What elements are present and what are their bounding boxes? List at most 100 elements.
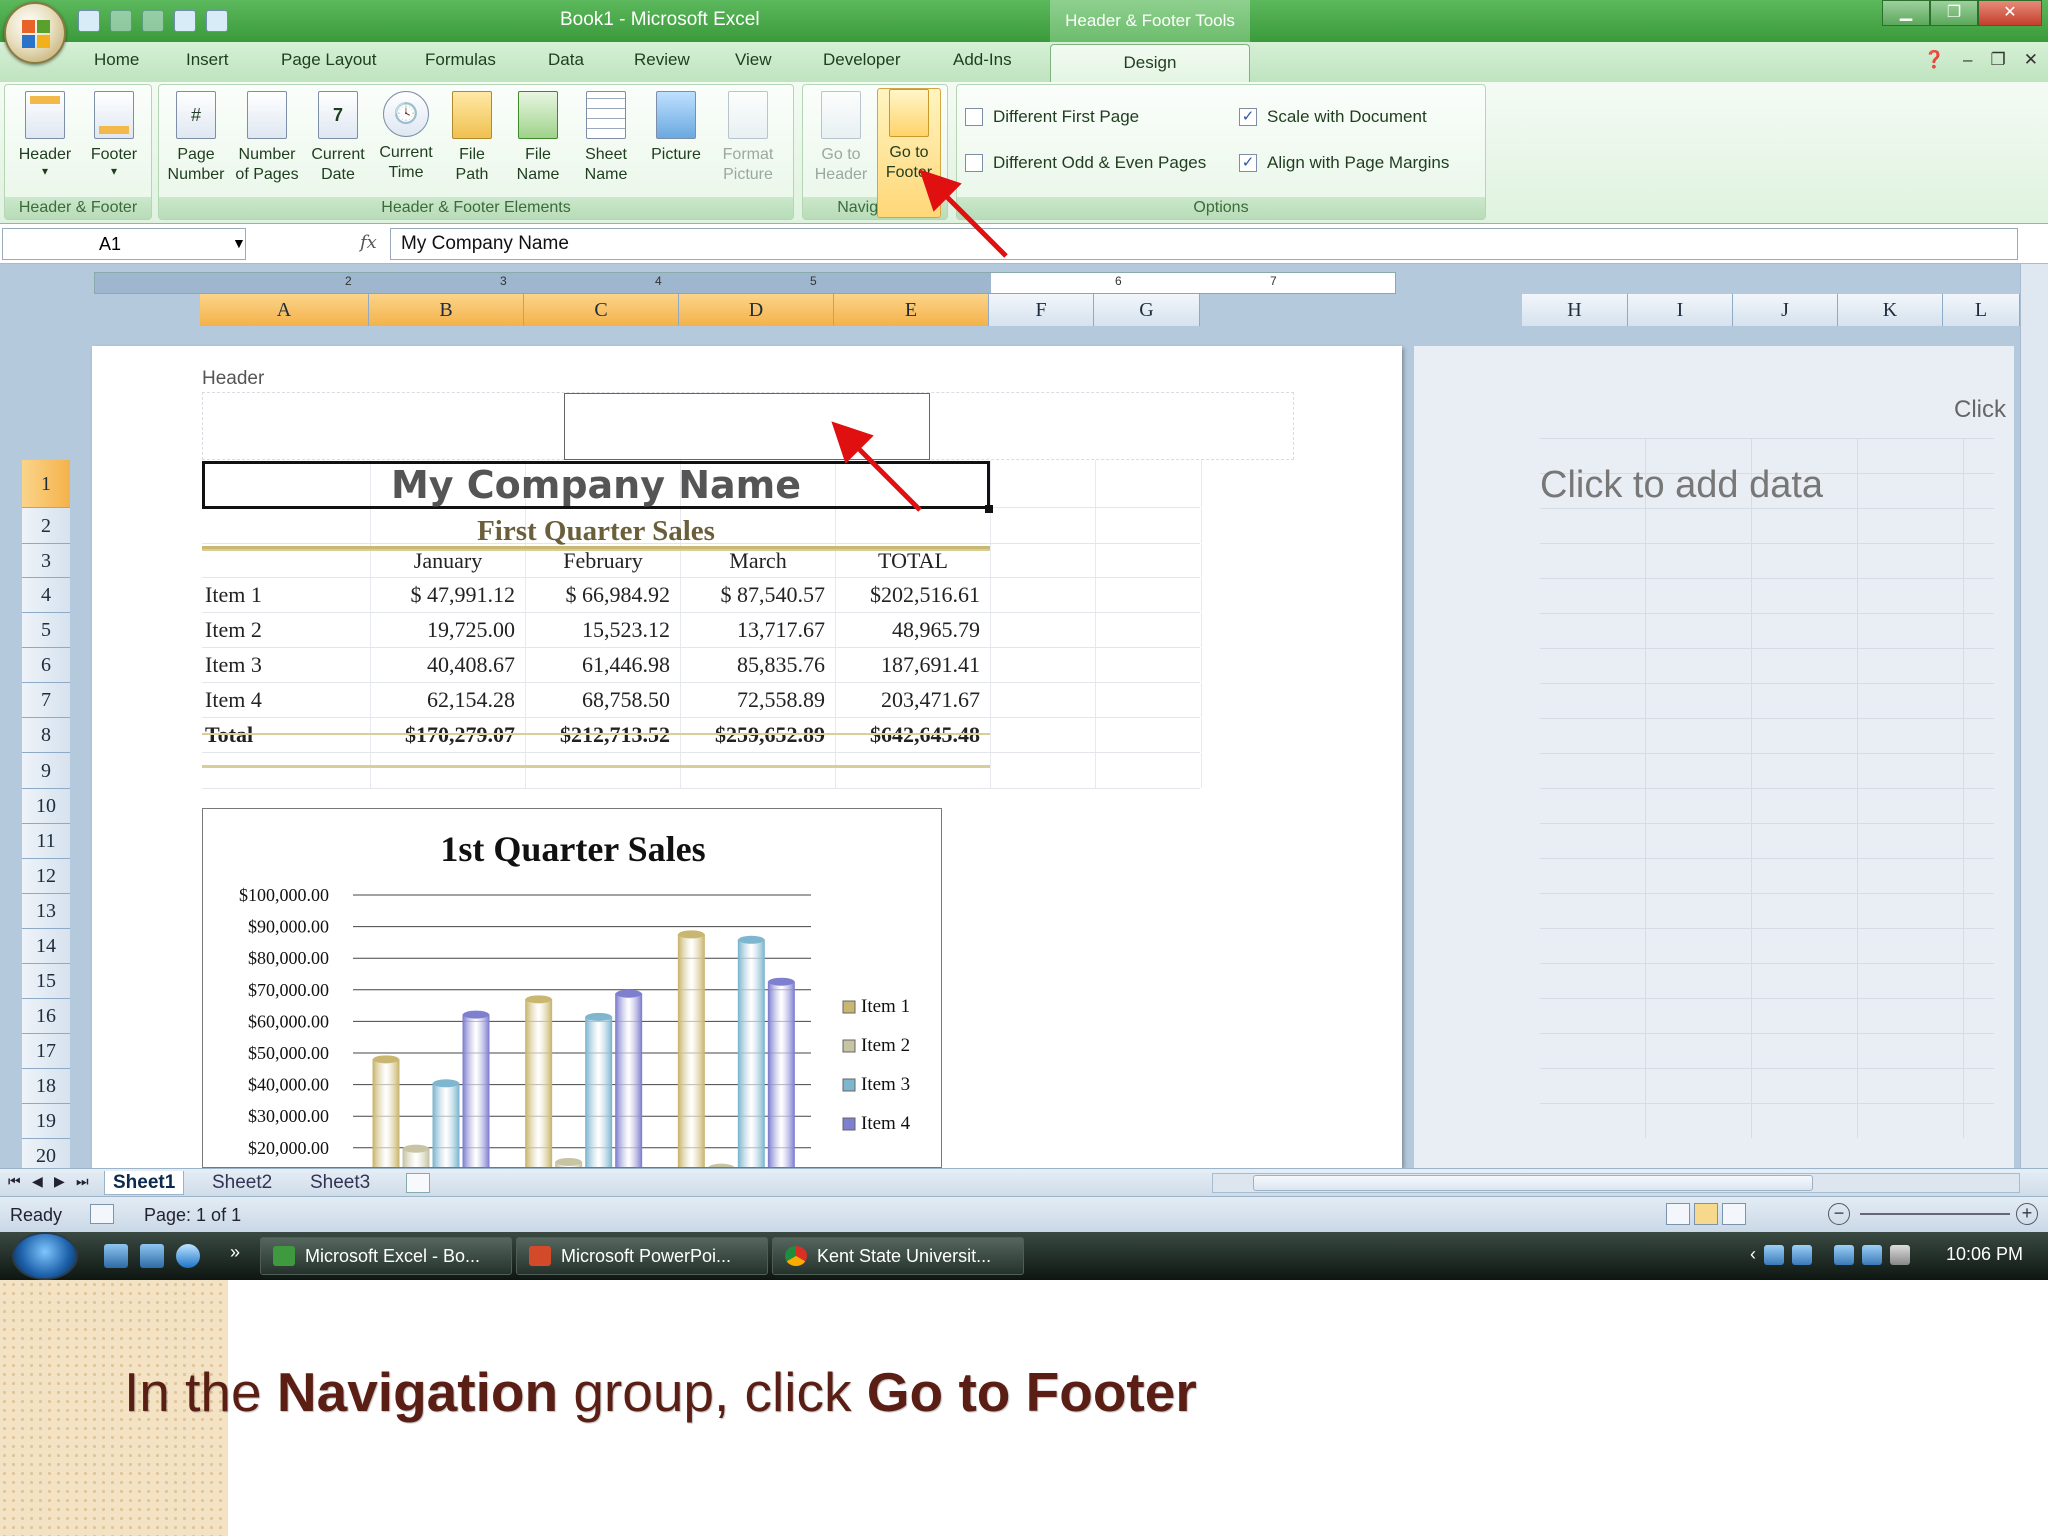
row-header-3[interactable]: 3	[22, 544, 70, 578]
item-label[interactable]: Item 4	[202, 683, 371, 717]
cell-f[interactable]	[991, 648, 1096, 682]
total-value[interactable]: $642,645.48	[836, 718, 991, 752]
item-value[interactable]: $ 66,984.92	[526, 578, 681, 612]
row-header-2[interactable]: 2	[22, 508, 70, 544]
col-header-c[interactable]: C	[524, 294, 679, 326]
item-label[interactable]: Item 1	[202, 578, 371, 612]
scale-with-document-checkbox[interactable]: ✓ Scale with Document	[1239, 107, 1427, 127]
ribbon-restore-icon[interactable]: ❐	[1991, 50, 2006, 70]
col-header-l[interactable]: L	[1943, 294, 2020, 326]
item-value[interactable]: 68,758.50	[526, 683, 681, 717]
cell-g[interactable]	[1096, 460, 1202, 507]
item-label[interactable]: Item 3	[202, 648, 371, 682]
item-label[interactable]: Item 2	[202, 613, 371, 647]
col-header-i[interactable]: I	[1628, 294, 1733, 326]
total-value[interactable]: $259,652.89	[681, 718, 836, 752]
cell-f[interactable]	[991, 460, 1096, 507]
show-desktop-icon[interactable]	[104, 1244, 128, 1268]
item-value[interactable]: 48,965.79	[836, 613, 991, 647]
col-header-b[interactable]: B	[369, 294, 524, 326]
first-sheet-icon[interactable]: ⏮	[8, 1173, 21, 1190]
col-header-k[interactable]: K	[1838, 294, 1943, 326]
zoom-slider[interactable]	[1860, 1213, 2010, 1215]
internet-explorer-icon[interactable]	[176, 1244, 200, 1268]
item-value[interactable]: $202,516.61	[836, 578, 991, 612]
row-header-10[interactable]: 10	[22, 789, 70, 824]
cell-g[interactable]	[1096, 508, 1202, 543]
name-box[interactable]: A1	[2, 228, 246, 260]
col-header-h[interactable]: H	[1522, 294, 1628, 326]
tab-home[interactable]: Home	[94, 50, 139, 70]
item-value[interactable]: 15,523.12	[526, 613, 681, 647]
different-first-page-checkbox[interactable]: Different First Page	[965, 107, 1139, 127]
row-header-1[interactable]: 1	[22, 460, 70, 508]
col-header-e[interactable]: E	[834, 294, 989, 326]
row-header-17[interactable]: 17	[22, 1034, 70, 1069]
page-number-button[interactable]: # Page Number	[163, 91, 229, 185]
horizontal-scroll-thumb[interactable]	[1253, 1175, 1813, 1191]
zoom-out-button[interactable]: −	[1828, 1203, 1850, 1225]
item-value[interactable]: 203,471.67	[836, 683, 991, 717]
save-icon[interactable]	[78, 10, 100, 32]
cell-g[interactable]	[1096, 683, 1202, 717]
chart[interactable]: 1st Quarter Sales $100,000.00 $90,000.00 $8…	[202, 808, 942, 1168]
tab-review[interactable]: Review	[634, 50, 690, 70]
row-header-4[interactable]: 4	[22, 578, 70, 613]
cell-g[interactable]	[1096, 648, 1202, 682]
item-value[interactable]: 40,408.67	[371, 648, 526, 682]
undo-icon[interactable]	[110, 10, 132, 32]
insert-function-icon[interactable]: fx	[360, 232, 377, 253]
cell-a9[interactable]	[202, 753, 371, 788]
insert-sheet-icon[interactable]	[406, 1173, 430, 1193]
cell-a1-title[interactable]: My Company Name	[202, 461, 990, 509]
close-button[interactable]: ✕	[1978, 0, 2042, 26]
tab-developer[interactable]: Developer	[823, 50, 901, 70]
macro-record-icon[interactable]	[90, 1204, 114, 1224]
ribbon-close-icon[interactable]: ✕	[2024, 50, 2038, 70]
tab-formulas[interactable]: Formulas	[425, 50, 496, 70]
number-of-pages-button[interactable]: Number of Pages	[233, 91, 301, 185]
ribbon-minimize-icon[interactable]: –	[1963, 50, 1972, 70]
redo-icon[interactable]	[142, 10, 164, 32]
cell-f[interactable]	[991, 578, 1096, 612]
cell-g[interactable]	[1096, 613, 1202, 647]
cell-g[interactable]	[1096, 578, 1202, 612]
row-header-16[interactable]: 16	[22, 999, 70, 1034]
item-value[interactable]: 13,717.67	[681, 613, 836, 647]
taskbar-powerpoint[interactable]: Microsoft PowerPoi...	[516, 1237, 768, 1275]
file-name-button[interactable]: File Name	[507, 91, 569, 185]
file-path-button[interactable]: File Path	[441, 91, 503, 185]
tab-data[interactable]: Data	[548, 50, 584, 70]
row-header-15[interactable]: 15	[22, 964, 70, 999]
picture-button[interactable]: Picture	[643, 91, 709, 165]
item-value[interactable]: 72,558.89	[681, 683, 836, 717]
tab-sheet3[interactable]: Sheet3	[310, 1171, 370, 1195]
tab-sheet1[interactable]: Sheet1	[104, 1171, 185, 1195]
row-header-5[interactable]: 5	[22, 613, 70, 648]
click-to-add-data[interactable]: Click to add data	[1540, 464, 1823, 507]
row-header-7[interactable]: 7	[22, 683, 70, 718]
page-layout-view-icon[interactable]	[1694, 1203, 1718, 1225]
tab-view[interactable]: View	[735, 50, 772, 70]
power-icon[interactable]	[1834, 1244, 1854, 1265]
network-icon[interactable]	[1764, 1244, 1784, 1265]
row-header-18[interactable]: 18	[22, 1069, 70, 1104]
print-preview-icon[interactable]	[174, 10, 196, 32]
row-header-8[interactable]: 8	[22, 718, 70, 753]
cell-f[interactable]	[991, 544, 1096, 577]
tab-page-layout[interactable]: Page Layout	[281, 50, 376, 70]
current-time-button[interactable]: 🕓 Current Time	[373, 91, 439, 183]
formula-input[interactable]: My Company Name	[390, 228, 2018, 260]
row-header-14[interactable]: 14	[22, 929, 70, 964]
volume-icon[interactable]	[1890, 1244, 1910, 1265]
total-value[interactable]: $170,279.07	[371, 718, 526, 752]
item-value[interactable]: $ 87,540.57	[681, 578, 836, 612]
footer-button[interactable]: Footer ▾	[81, 91, 147, 177]
tab-design[interactable]: Design	[1050, 44, 1250, 82]
item-value[interactable]: 62,154.28	[371, 683, 526, 717]
horizontal-scrollbar[interactable]	[1212, 1173, 2020, 1193]
col-header-a[interactable]: A	[200, 294, 369, 326]
cell-g[interactable]	[1096, 753, 1202, 788]
help-icon[interactable]: ❓	[1924, 50, 1945, 70]
cell-f[interactable]	[991, 508, 1096, 543]
